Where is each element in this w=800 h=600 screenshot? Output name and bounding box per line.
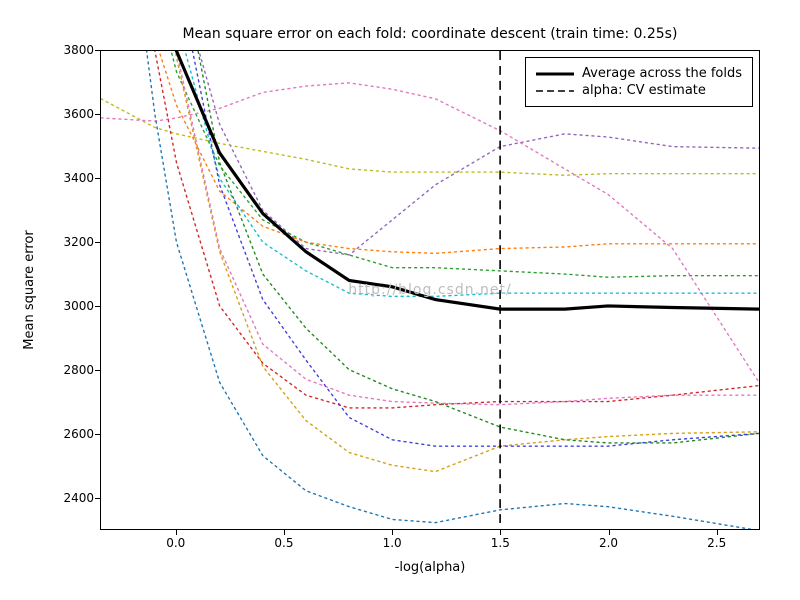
x-tick-label: 2.0 (589, 536, 629, 550)
legend-item-alpha: alpha: CV estimate (536, 83, 742, 98)
x-tick-mark (392, 530, 393, 535)
chart-title: Mean square error on each fold: coordina… (100, 26, 760, 42)
x-tick-mark (500, 530, 501, 535)
legend-label-average: Average across the folds (582, 66, 742, 81)
x-tick-mark (717, 530, 718, 535)
x-tick-mark (284, 530, 285, 535)
y-tick-label: 3600 (34, 107, 94, 121)
legend: Average across the folds alpha: CV estim… (525, 57, 753, 107)
x-tick-label: 1.0 (372, 536, 412, 550)
y-tick-label: 2800 (34, 363, 94, 377)
y-axis-label: Mean square error (22, 50, 42, 530)
legend-swatch-solid (536, 67, 574, 81)
plot-area: http://blog.csdn.net/ Average across the… (100, 50, 760, 530)
y-tick-label: 3400 (34, 171, 94, 185)
legend-item-average: Average across the folds (536, 66, 742, 81)
x-axis-label: -log(alpha) (100, 560, 760, 575)
y-tick-label: 2600 (34, 427, 94, 441)
chart-figure: Mean square error on each fold: coordina… (0, 0, 800, 600)
x-tick-label: 2.5 (697, 536, 737, 550)
y-tick-label: 2400 (34, 491, 94, 505)
x-tick-label: 0.0 (156, 536, 196, 550)
y-tick-label: 3000 (34, 299, 94, 313)
x-tick-label: 1.5 (480, 536, 520, 550)
legend-swatch-dashed (536, 84, 574, 98)
x-tick-mark (176, 530, 177, 535)
y-tick-label: 3800 (34, 43, 94, 57)
y-tick-label: 3200 (34, 235, 94, 249)
plot-lines (101, 51, 759, 529)
x-tick-label: 0.5 (264, 536, 304, 550)
x-tick-mark (609, 530, 610, 535)
legend-label-alpha: alpha: CV estimate (582, 83, 706, 98)
